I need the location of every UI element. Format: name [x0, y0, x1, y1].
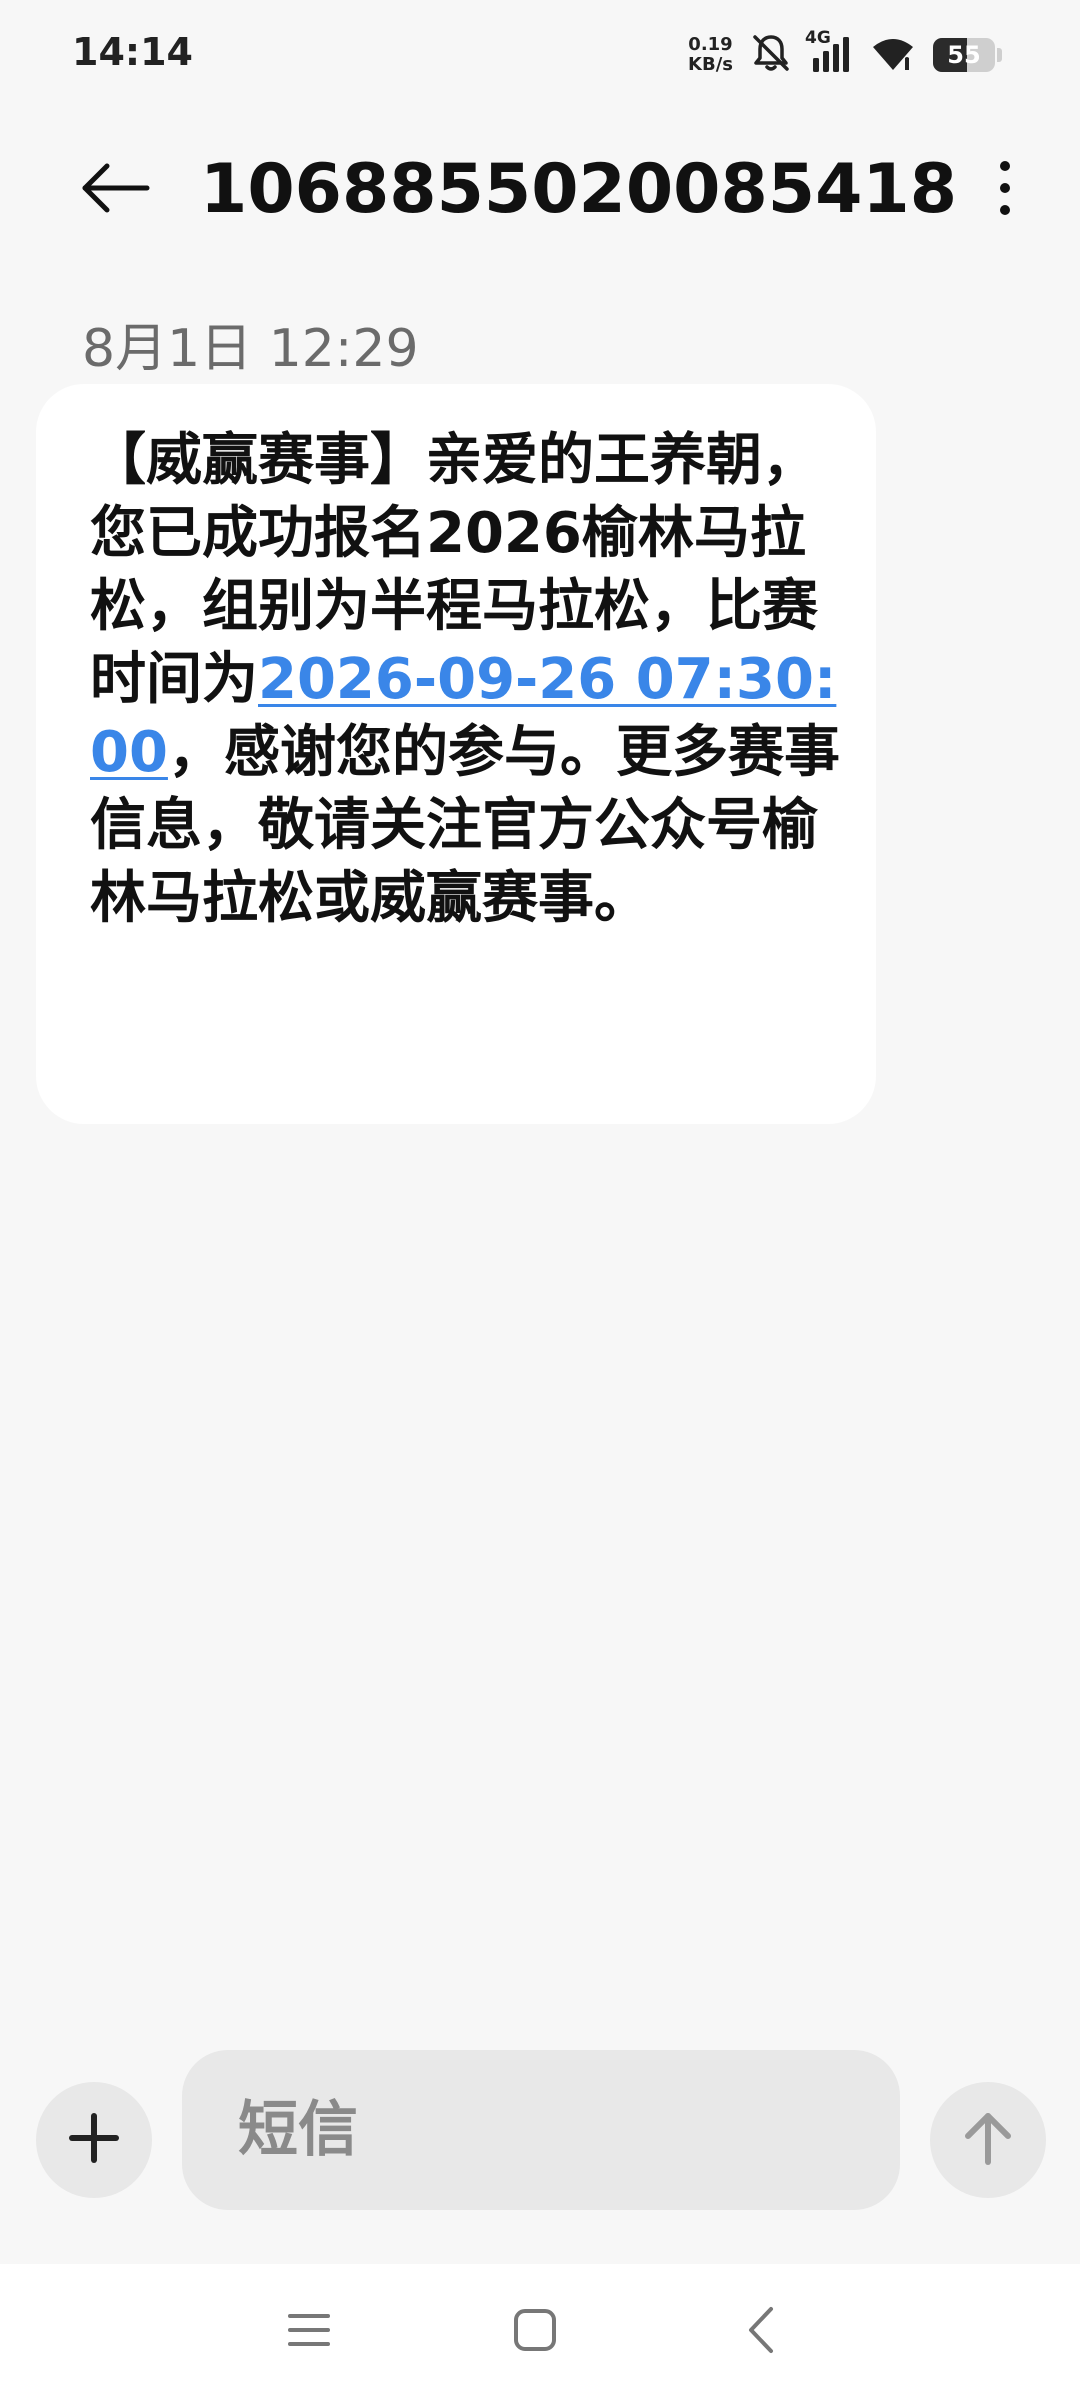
network-type: 4G	[805, 28, 831, 48]
arrow-up-icon	[960, 2108, 1016, 2172]
status-icons: 0.19 KB/s 4G 55	[688, 28, 1002, 80]
network-speed: 0.19 KB/s	[688, 35, 733, 75]
message-input[interactable]	[182, 2050, 900, 2210]
sender-number: 1068855020085418	[200, 150, 958, 229]
battery-indicator: 55	[933, 38, 1002, 72]
battery-cap	[997, 48, 1002, 62]
message-text-after-link: ，感谢您的参与。更多赛事信息，敬请关注官方公众号榆林马拉松或威赢赛事。	[90, 720, 840, 931]
cellular-signal: 4G	[805, 28, 853, 76]
back-button[interactable]	[70, 155, 160, 225]
status-bar: 14:14 0.19 KB/s 4G 55	[0, 0, 1080, 110]
network-speed-unit: KB/s	[688, 54, 733, 75]
nav-home-button[interactable]	[490, 2292, 580, 2372]
wifi-icon	[869, 34, 917, 76]
status-time: 14:14	[72, 30, 193, 74]
plus-icon	[66, 2110, 122, 2170]
sms-conversation-screen: 14:14 0.19 KB/s 4G 55 1068855020085418 8…	[0, 0, 1080, 2400]
more-vertical-icon	[997, 158, 1013, 222]
arrow-left-icon	[79, 160, 151, 220]
send-button[interactable]	[930, 2082, 1046, 2198]
attach-button[interactable]	[36, 2082, 152, 2198]
battery-icon: 55	[933, 38, 995, 72]
nav-menu-button[interactable]	[264, 2292, 354, 2372]
battery-level: 55	[947, 41, 981, 69]
chevron-left-icon	[741, 2305, 781, 2359]
message-text: 【威赢赛事】亲爱的王养朝，您已成功报名2026榆林马拉松，组别为半程马拉松，比赛…	[90, 424, 870, 935]
nav-back-button[interactable]	[716, 2292, 806, 2372]
more-options-button[interactable]	[970, 155, 1040, 225]
bell-muted-icon	[749, 31, 793, 79]
system-navigation-bar	[0, 2264, 1080, 2400]
message-timestamp: 8月1日 12:29	[82, 319, 419, 379]
message-bubble[interactable]: 【威赢赛事】亲爱的王养朝，您已成功报名2026榆林马拉松，组别为半程马拉松，比赛…	[36, 384, 876, 1124]
square-icon	[512, 2307, 558, 2357]
conversation-header: 1068855020085418	[0, 130, 1080, 250]
menu-icon	[286, 2310, 332, 2354]
network-speed-value: 0.19	[688, 34, 733, 55]
